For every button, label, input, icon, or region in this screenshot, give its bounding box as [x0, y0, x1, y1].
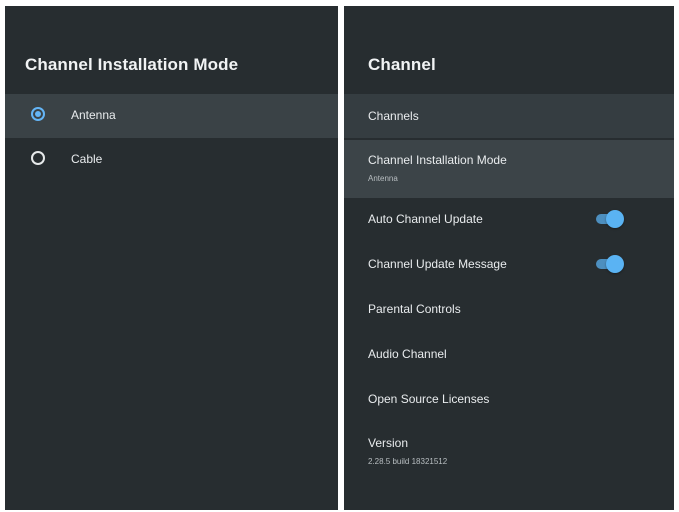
channel-installation-mode-panel: Channel Installation Mode Antenna Cable [5, 6, 338, 510]
menu-item-auto-channel-update[interactable]: Auto Channel Update [344, 202, 674, 236]
option-label: Cable [71, 152, 103, 166]
radio-checked-icon[interactable] [31, 107, 45, 121]
toggle-thumb [606, 255, 624, 273]
menu-item-value: 2.28.5 build 18321512 [368, 457, 448, 466]
menu-item-label: Parental Controls [368, 302, 461, 316]
option-cable[interactable]: Cable [5, 138, 338, 182]
menu-item-parental-controls[interactable]: Parental Controls [344, 292, 674, 326]
panel-title: Channel [368, 55, 436, 74]
menu-item-audio-channel[interactable]: Audio Channel [344, 337, 674, 371]
menu-item-label: Channel Installation Mode [368, 153, 507, 167]
option-antenna[interactable]: Antenna [5, 94, 338, 138]
menu-item-label: Channel Update Message [368, 257, 507, 271]
panel-title: Channel Installation Mode [25, 55, 239, 74]
option-label: Antenna [71, 108, 116, 122]
menu-item-label: Audio Channel [368, 347, 447, 361]
menu-item-label: Channels [368, 109, 419, 123]
channel-update-message-toggle[interactable] [594, 255, 624, 273]
menu-item-label: Auto Channel Update [368, 212, 483, 226]
auto-channel-update-toggle[interactable] [594, 210, 624, 228]
menu-item-open-source-licenses[interactable]: Open Source Licenses [344, 382, 674, 416]
menu-item-channel-update-message[interactable]: Channel Update Message [344, 247, 674, 281]
menu-item-version[interactable]: Version 2.28.5 build 18321512 [344, 424, 674, 476]
channel-settings-panel: Channel Channels Channel Installation Mo… [344, 6, 674, 510]
radio-unchecked-icon[interactable] [31, 151, 45, 165]
menu-item-label: Open Source Licenses [368, 392, 490, 406]
menu-item-label: Version [368, 436, 409, 450]
toggle-thumb [606, 210, 624, 228]
menu-item-value: Antenna [368, 174, 398, 183]
menu-item-channels[interactable]: Channels [344, 94, 674, 138]
menu-item-channel-installation-mode[interactable]: Channel Installation Mode Antenna [344, 140, 674, 198]
